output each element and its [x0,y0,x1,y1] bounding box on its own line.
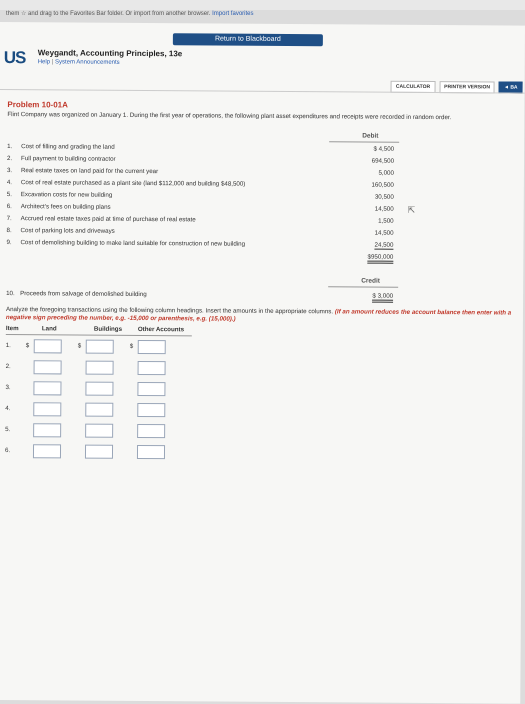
item-label: 2. [5,363,11,371]
debit-row: 4. Cost of real estate purchased as a pla… [7,179,246,188]
other-accounts-input-4[interactable] [137,402,166,418]
row-number: 8. [6,227,12,235]
debit-row: 6. Architect's fees on building plans [7,203,111,211]
land-input-3[interactable] [33,381,62,396]
item-label: 6. [4,447,11,455]
other-accounts-input-2[interactable] [137,360,166,376]
debit-header-rule [329,141,400,143]
row-number: 9. [6,239,12,247]
link-separator: | [51,59,54,66]
row-number: 5. [6,191,12,199]
book-links: Help | System Announcements [38,59,120,66]
debit-header: Debit [362,132,379,140]
favorites-bar-message: them ☆ and drag to the Favorites Bar fol… [6,10,254,17]
debit-amount: 694,500 [371,157,395,165]
buildings-input-1[interactable] [85,339,114,354]
row-text: Accrued real estate taxes paid at time o… [20,215,196,224]
row-text: Real estate taxes on land paid for the c… [20,167,159,176]
credit-header: Credit [361,277,381,285]
credit-header-rule [328,286,399,288]
debit-row: 3. Real estate taxes on land paid for the… [7,167,158,175]
land-input-6[interactable] [32,444,62,459]
row-text: Cost of filling and grading the land [21,143,115,151]
row-text: Cost of real estate purchased as a plant… [20,179,246,188]
item-label: 1. [5,342,11,350]
row-text: Excavation costs for new building [20,191,113,199]
credit-amount: $ 3,000 [343,292,394,303]
wiley-logo: US [3,48,26,68]
row-number: 7. [6,215,12,223]
currency-symbol: $ [129,342,134,350]
browser-top-bar [0,0,525,10]
system-announcements-link[interactable]: System Announcements [55,59,120,65]
other-accounts-input-3[interactable] [137,381,166,397]
table-header-rule [5,334,192,337]
debit-row: 9. Cost of demolishing building to make l… [6,239,245,248]
instructions: Analyze the foregoing transactions using… [6,306,521,326]
row-text: Architect's fees on building plans [20,203,111,211]
row-number: 2. [7,155,13,163]
page-content: Return to Blackboard US Weygandt, Accoun… [0,22,525,704]
row-text: Cost of demolishing building to make lan… [20,239,246,248]
item-label: 5. [5,426,11,434]
row-number: 3. [6,167,13,175]
other-accounts-input-1[interactable] [137,339,166,355]
debit-amount: 24,500 [343,241,394,250]
buildings-input-4[interactable] [85,402,114,417]
import-favorites-link[interactable]: Import favorites [212,11,253,17]
item-label: 3. [5,384,11,392]
debit-amount-value: 24,500 [374,241,394,250]
debit-row: 8. Cost of parking lots and driveways [7,227,115,235]
row-number: 1. [7,143,13,151]
help-link[interactable]: Help [38,59,50,65]
buildings-input-3[interactable] [85,381,114,396]
item-label: 4. [5,405,11,413]
row-text: Full payment to building contractor [21,155,116,163]
other-accounts-input-6[interactable] [136,444,166,460]
credit-amount-value: $ 3,000 [372,292,394,303]
problem-title: Problem 10-01A [7,100,68,110]
row-text: Cost of parking lots and driveways [20,227,115,235]
col-header-buildings: Buildings [93,325,123,333]
row-number: 4. [6,179,13,187]
currency-symbol: $ [77,342,82,350]
debit-amount: 1,500 [378,217,394,225]
row-number: 6. [6,203,12,211]
debit-amount: $ 4,500 [373,145,395,153]
row-text: Proceeds from salvage of demolished buil… [20,290,147,299]
debit-total-value: $950,000 [367,253,394,264]
debit-row: 5. Excavation costs for new building [7,191,113,199]
debit-amount: 14,500 [374,205,394,213]
debit-amount: 14,500 [374,229,394,237]
currency-symbol: $ [25,342,30,350]
land-input-2[interactable] [33,360,62,375]
debit-total: $950,000 [343,253,394,264]
buildings-input-6[interactable] [84,444,114,459]
return-to-blackboard-button[interactable]: Return to Blackboard [172,33,323,47]
debit-amount: 5,000 [378,169,394,177]
other-accounts-input-5[interactable] [137,423,166,439]
debit-amount: 30,500 [374,193,394,201]
buildings-input-2[interactable] [85,360,114,375]
favorites-text: them ☆ and drag to the Favorites Bar fol… [6,11,211,17]
book-title: Weygandt, Accounting Principles, 13e [37,48,183,59]
debit-row: 7. Accrued real estate taxes paid at time… [7,215,196,223]
col-header-other-accounts: Other Accounts [137,325,185,334]
credit-row: 10. Proceeds from salvage of demolished b… [6,290,147,298]
debit-row: 2. Full payment to building contractor [7,155,116,163]
buildings-input-5[interactable] [85,423,114,438]
land-input-1[interactable] [33,339,62,354]
col-header-land: Land [41,325,57,333]
col-header-item: Item [5,325,19,333]
land-input-5[interactable] [33,423,62,438]
debit-amount: 160,500 [371,181,394,189]
row-number: 10. [6,290,15,298]
debit-row: 1. Cost of filling and grading the land [7,143,115,151]
mouse-cursor-icon: ⇱ [407,204,416,215]
land-input-4[interactable] [33,402,62,417]
problem-description: Flint Company was organized on January 1… [7,111,452,122]
